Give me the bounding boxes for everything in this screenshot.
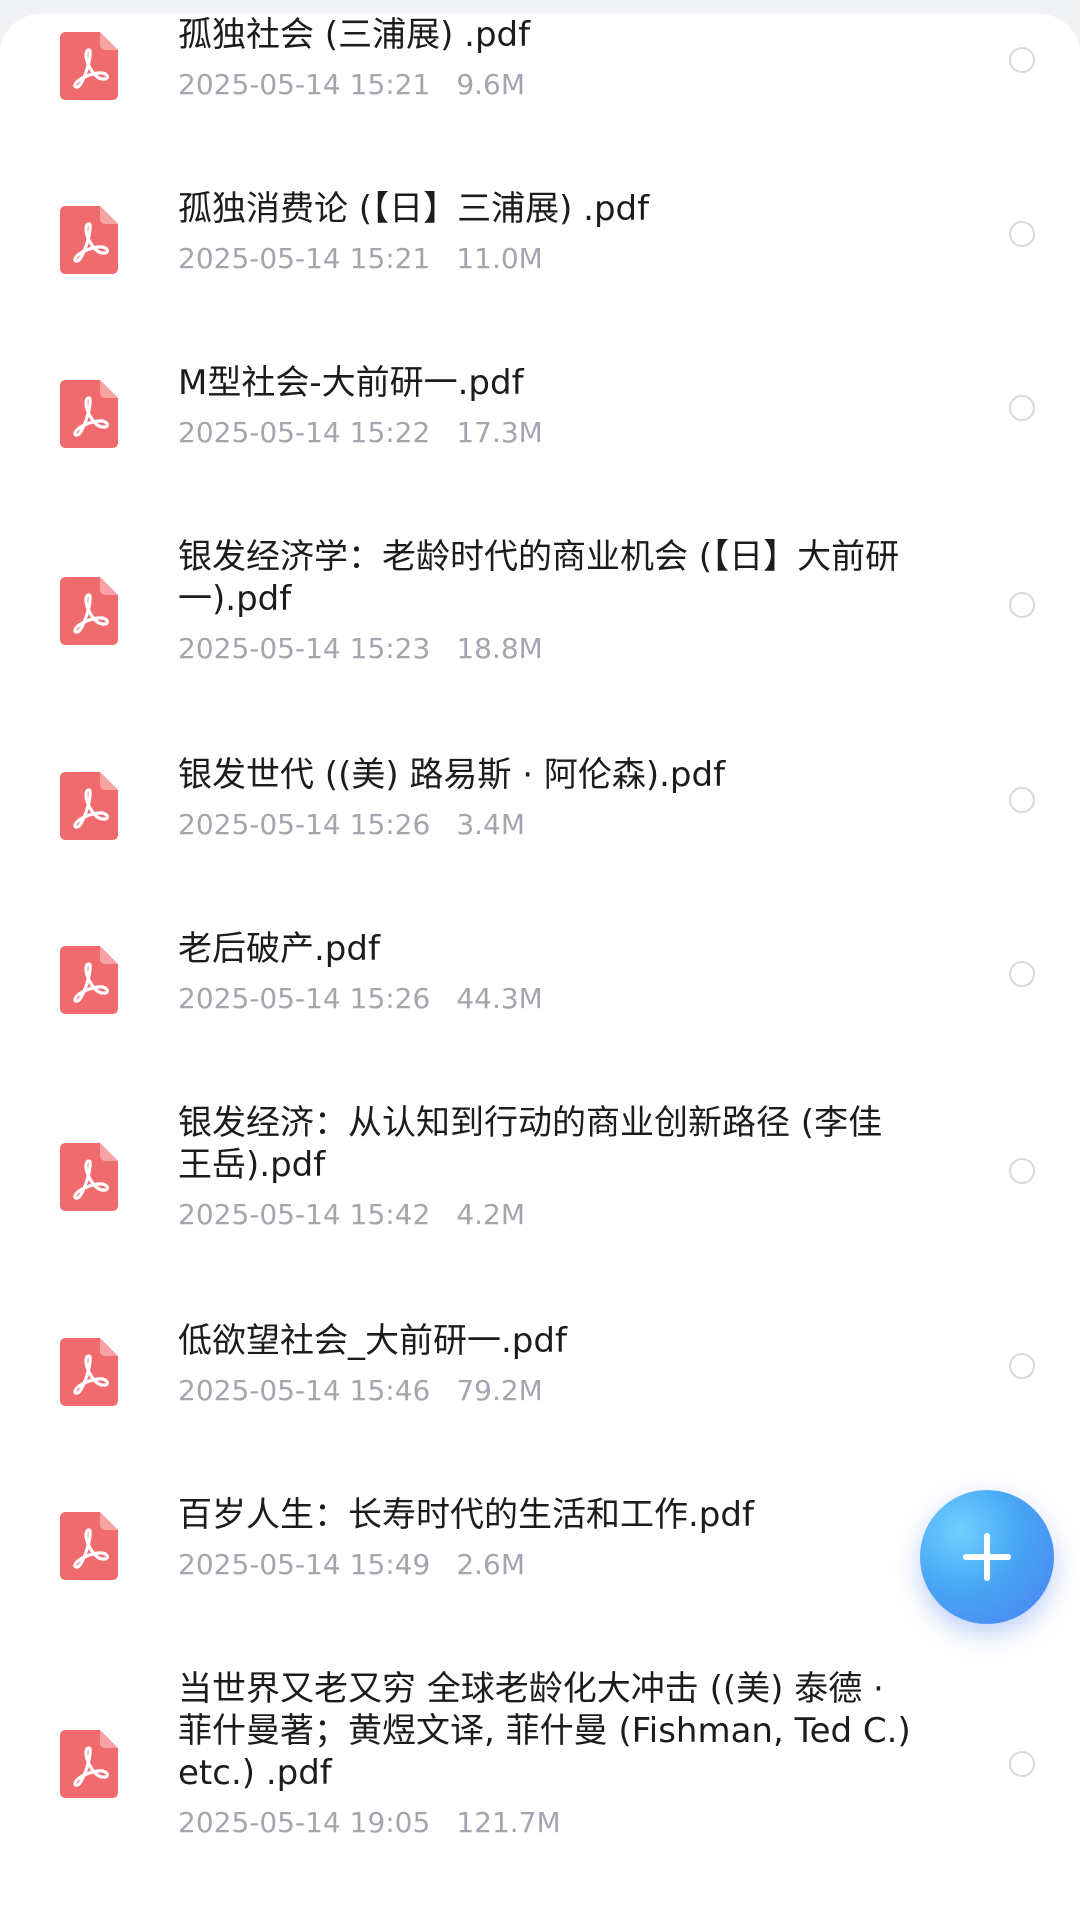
file-date: 2025-05-14 15:26 <box>178 808 431 841</box>
file-name: 孤独消费论 (【日】三浦展) .pdf <box>178 189 650 229</box>
file-name: 银发经济学：老龄时代的商业机会 (【日】大前研一).pdf <box>178 537 900 619</box>
select-radio[interactable] <box>1009 221 1035 247</box>
file-row[interactable]: 孤独社会 (三浦展) .pdf 2025-05-14 15:21 9.6M <box>0 14 1080 174</box>
file-name: 老后破产.pdf <box>178 929 380 969</box>
select-radio[interactable] <box>1009 961 1035 987</box>
file-size: 4.2M <box>456 1198 526 1231</box>
select-radio[interactable] <box>1009 592 1035 618</box>
file-size: 9.6M <box>456 68 526 101</box>
file-row[interactable]: 百岁人生：长寿时代的生活和工作.pdf 2025-05-14 15:49 2.6M <box>0 1480 1080 1654</box>
file-meta: 2025-05-14 15:26 44.3M <box>178 982 918 1016</box>
file-meta: 2025-05-14 19:05 121.7M <box>178 1806 918 1840</box>
file-size: 11.0M <box>456 242 543 275</box>
file-row[interactable]: 当世界又老又穷 全球老龄化大冲击 ((美) 泰德 · 菲什曼著；黄煜文译, 菲什… <box>0 1654 1080 1894</box>
file-date: 2025-05-14 15:46 <box>178 1374 431 1407</box>
plus-icon <box>963 1533 1011 1581</box>
file-date: 2025-05-14 19:05 <box>178 1806 431 1839</box>
file-row[interactable]: 银发经济学：老龄时代的商业机会 (【日】大前研一).pdf 2025-05-14… <box>0 522 1080 740</box>
file-meta: 2025-05-14 15:21 11.0M <box>178 242 918 276</box>
file-list-sheet: 孤独社会 (三浦展) .pdf 2025-05-14 15:21 9.6M 孤独消… <box>0 14 1080 1914</box>
file-meta: 2025-05-14 15:21 9.6M <box>178 68 918 102</box>
pdf-file-icon <box>60 772 118 840</box>
file-size: 17.3M <box>456 416 543 449</box>
file-date: 2025-05-14 15:26 <box>178 982 431 1015</box>
pdf-file-icon <box>60 1338 118 1406</box>
file-date: 2025-05-14 15:49 <box>178 1548 431 1581</box>
file-size: 2.6M <box>456 1548 526 1581</box>
pdf-file-icon <box>60 380 118 448</box>
pdf-file-icon <box>60 32 118 100</box>
file-size: 121.7M <box>456 1806 561 1839</box>
file-row[interactable]: 低欲望社会_大前研一.pdf 2025-05-14 15:46 79.2M <box>0 1306 1080 1480</box>
file-meta: 2025-05-14 15:23 18.8M <box>178 632 918 666</box>
file-meta: 2025-05-14 15:22 17.3M <box>178 416 918 450</box>
file-meta: 2025-05-14 15:42 4.2M <box>178 1198 918 1232</box>
pdf-file-icon <box>60 1143 118 1211</box>
file-meta: 2025-05-14 15:49 2.6M <box>178 1548 918 1582</box>
pdf-file-icon <box>60 577 118 645</box>
file-date: 2025-05-14 15:22 <box>178 416 431 449</box>
select-radio[interactable] <box>1009 395 1035 421</box>
pdf-file-icon <box>60 1730 118 1798</box>
file-date: 2025-05-14 15:21 <box>178 242 431 275</box>
select-radio[interactable] <box>1009 47 1035 73</box>
file-row[interactable]: 银发世代 ((美) 路易斯 · 阿伦森).pdf 2025-05-14 15:2… <box>0 740 1080 914</box>
file-size: 44.3M <box>456 982 543 1015</box>
file-row[interactable]: 孤独消费论 (【日】三浦展) .pdf 2025-05-14 15:21 11.0… <box>0 174 1080 348</box>
file-name: 银发世代 ((美) 路易斯 · 阿伦森).pdf <box>178 755 726 795</box>
pdf-file-icon <box>60 946 118 1014</box>
file-date: 2025-05-14 15:23 <box>178 632 431 665</box>
pdf-file-icon <box>60 1512 118 1580</box>
file-size: 79.2M <box>456 1374 543 1407</box>
file-meta: 2025-05-14 15:46 79.2M <box>178 1374 918 1408</box>
file-meta: 2025-05-14 15:26 3.4M <box>178 808 918 842</box>
file-row[interactable]: 老后破产.pdf 2025-05-14 15:26 44.3M <box>0 914 1080 1088</box>
file-name: 低欲望社会_大前研一.pdf <box>178 1321 567 1361</box>
file-name: 银发经济：从认知到行动的商业创新路径 (李佳 王岳).pdf <box>178 1103 883 1185</box>
add-file-button[interactable] <box>920 1490 1054 1624</box>
file-date: 2025-05-14 15:42 <box>178 1198 431 1231</box>
file-row[interactable]: M型社会-大前研一.pdf 2025-05-14 15:22 17.3M <box>0 348 1080 522</box>
file-size: 18.8M <box>456 632 543 665</box>
select-radio[interactable] <box>1009 1158 1035 1184</box>
file-name: 孤独社会 (三浦展) .pdf <box>178 15 531 55</box>
file-name: 当世界又老又穷 全球老龄化大冲击 ((美) 泰德 · 菲什曼著；黄煜文译, 菲什… <box>178 1669 911 1793</box>
pdf-file-icon <box>60 206 118 274</box>
file-row[interactable]: 银发经济：从认知到行动的商业创新路径 (李佳 王岳).pdf 2025-05-1… <box>0 1088 1080 1306</box>
select-radio[interactable] <box>1009 1353 1035 1379</box>
file-name: 百岁人生：长寿时代的生活和工作.pdf <box>178 1495 754 1535</box>
file-date: 2025-05-14 15:21 <box>178 68 431 101</box>
file-name: M型社会-大前研一.pdf <box>178 363 524 403</box>
file-size: 3.4M <box>456 808 526 841</box>
select-radio[interactable] <box>1009 787 1035 813</box>
select-radio[interactable] <box>1009 1751 1035 1777</box>
